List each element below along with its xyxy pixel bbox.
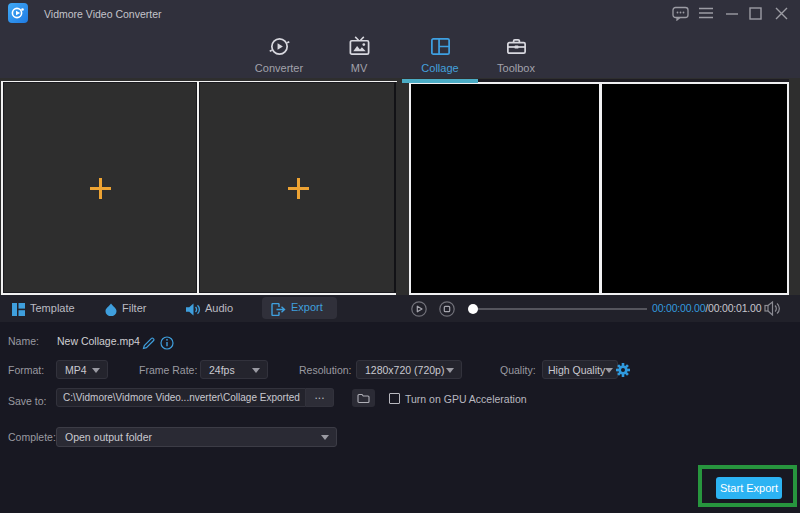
- collage-tab-underline: [402, 79, 478, 83]
- edit-name-icon[interactable]: [142, 336, 156, 354]
- complete-select[interactable]: Open output folder: [56, 427, 337, 447]
- format-select[interactable]: MP4: [56, 360, 108, 379]
- open-folder-button[interactable]: [352, 389, 375, 407]
- seek-slider-track[interactable]: [477, 308, 647, 310]
- folder-icon: [357, 393, 370, 404]
- time-total: /00:00:01.00: [705, 302, 761, 314]
- tab-toolbox[interactable]: Toolbox: [471, 35, 561, 81]
- collage-slot-2[interactable]: [199, 82, 396, 293]
- format-label: Format:: [8, 364, 44, 376]
- name-label: Name:: [8, 335, 39, 347]
- tab-export-label: Export: [291, 301, 323, 313]
- settings-gear-icon[interactable]: [615, 362, 631, 382]
- audio-icon: [186, 302, 201, 320]
- preview-panel: [409, 82, 789, 296]
- start-export-button[interactable]: Start Export: [716, 477, 782, 499]
- gpu-checkbox[interactable]: [389, 393, 400, 404]
- toolbox-icon: [505, 35, 528, 58]
- export-settings: Name: New Collage.mp4 Format: MP4 Frame …: [0, 322, 800, 513]
- template-icon: [12, 302, 25, 320]
- resolution-label: Resolution:: [299, 364, 352, 376]
- minimize-button[interactable]: [725, 0, 738, 26]
- filter-icon: [104, 302, 118, 320]
- browse-button-label: ...: [314, 388, 324, 402]
- info-icon[interactable]: [160, 336, 174, 354]
- name-value: New Collage.mp4: [57, 335, 140, 347]
- stop-button[interactable]: [439, 301, 455, 321]
- tab-mv[interactable]: MV: [314, 35, 404, 81]
- preview-cell-1: [411, 84, 599, 294]
- framerate-label: Frame Rate:: [139, 364, 197, 376]
- menu-icon[interactable]: [698, 0, 713, 26]
- framerate-value: 24fps: [209, 364, 235, 376]
- collage-icon: [429, 35, 452, 58]
- workspace: [0, 78, 800, 295]
- controls-row: Template Filter Audio Export: [0, 295, 800, 322]
- app-window: Vidmore Video Converter: [0, 0, 800, 513]
- volume-icon[interactable]: [764, 301, 782, 320]
- browse-button[interactable]: ...: [306, 388, 334, 407]
- framerate-select[interactable]: 24fps: [200, 360, 268, 379]
- time-display: 00:00:00.00/00:00:01.00: [652, 302, 761, 314]
- tab-mv-label: MV: [351, 62, 368, 74]
- complete-label: Complete:: [8, 431, 56, 443]
- tab-converter[interactable]: Converter: [234, 35, 324, 81]
- saveto-label: Save to:: [8, 395, 47, 407]
- tab-export[interactable]: Export: [262, 297, 337, 319]
- complete-caret-icon: [321, 435, 329, 440]
- quality-label: Quality:: [500, 364, 536, 376]
- tab-template[interactable]: Template: [30, 302, 75, 314]
- preview-cell-2: [602, 84, 788, 294]
- complete-value: Open output folder: [65, 431, 152, 443]
- quality-select[interactable]: High Quality: [542, 360, 618, 379]
- seek-slider-handle[interactable]: [468, 304, 478, 314]
- quality-value: High Quality: [548, 364, 605, 376]
- tab-toolbox-label: Toolbox: [497, 62, 535, 74]
- framerate-caret-icon: [252, 368, 260, 373]
- window-title: Vidmore Video Converter: [44, 8, 162, 20]
- app-logo-icon: [8, 3, 28, 23]
- collage-slot-1[interactable]: [3, 82, 197, 293]
- main-tab-bar: Converter MV Collage: [0, 26, 800, 80]
- resolution-value: 1280x720 (720p): [365, 364, 444, 376]
- tab-converter-label: Converter: [255, 62, 303, 74]
- tab-audio[interactable]: Audio: [205, 302, 233, 314]
- maximize-button[interactable]: [748, 0, 762, 26]
- tab-filter[interactable]: Filter: [122, 302, 146, 314]
- export-icon: [271, 302, 286, 320]
- saveto-value: C:\Vidmore\Vidmore Video...nverter\Colla…: [63, 392, 300, 403]
- time-current: 00:00:00.00: [652, 302, 705, 314]
- gpu-label: Turn on GPU Acceleration: [405, 393, 527, 405]
- converter-icon: [268, 35, 291, 58]
- format-caret-icon: [92, 368, 100, 373]
- title-bar: Vidmore Video Converter: [0, 0, 800, 26]
- format-value: MP4: [65, 364, 87, 376]
- start-export-label: Start Export: [720, 482, 778, 494]
- saveto-input[interactable]: C:\Vidmore\Vidmore Video...nverter\Colla…: [56, 388, 306, 407]
- resolution-caret-icon: [446, 368, 454, 373]
- play-button[interactable]: [411, 301, 427, 321]
- resolution-select[interactable]: 1280x720 (720p): [356, 360, 462, 379]
- mv-icon: [348, 35, 371, 58]
- quality-caret-icon: [605, 368, 613, 373]
- close-button[interactable]: [774, 0, 789, 26]
- tab-collage-label: Collage: [421, 62, 458, 74]
- feedback-icon[interactable]: [671, 0, 689, 26]
